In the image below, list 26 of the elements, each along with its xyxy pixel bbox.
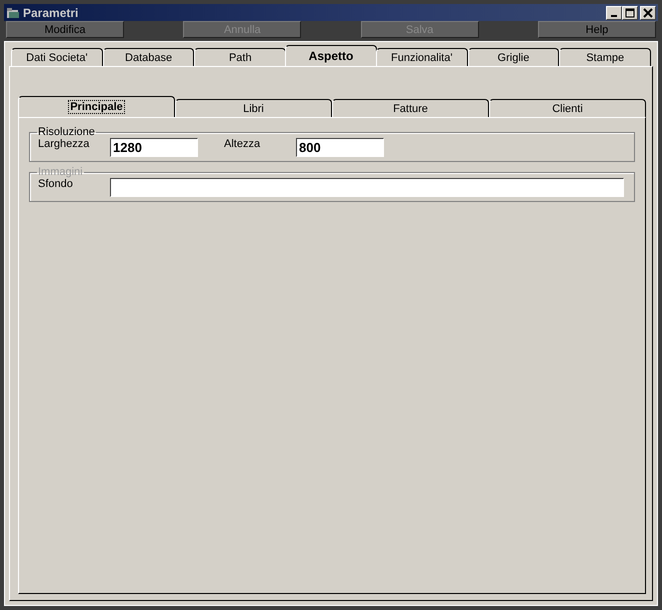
tab[interactable]: Griglie <box>468 48 560 66</box>
group-title: Risoluzione <box>37 126 96 138</box>
tab[interactable]: Libri <box>175 99 332 117</box>
folder-icon <box>6 6 20 18</box>
field-label: Sfondo <box>38 178 74 190</box>
minimize-button[interactable] <box>606 6 622 20</box>
minimize-icon <box>611 14 617 16</box>
window-title: Parametri <box>23 6 80 20</box>
tab[interactable]: Stampe <box>559 48 652 66</box>
maximize-icon <box>625 8 635 18</box>
tab[interactable]: Database <box>102 48 194 66</box>
maximize-button[interactable] <box>622 6 638 20</box>
close-icon <box>643 8 653 18</box>
close-button[interactable] <box>640 6 656 20</box>
input-field[interactable]: 1280 <box>110 138 198 157</box>
tab[interactable]: Dati Societa' <box>11 48 103 66</box>
tab[interactable]: Fatture <box>332 99 489 117</box>
group-title: Immagini <box>37 166 84 178</box>
tab[interactable]: Funzionalita' <box>376 48 468 66</box>
tab[interactable]: Path <box>194 48 286 66</box>
tab[interactable]: Clienti <box>489 99 646 117</box>
input-field[interactable]: 800 <box>296 138 384 157</box>
tab[interactable]: Aspetto <box>285 45 377 66</box>
field-label: Altezza <box>224 138 262 150</box>
tab[interactable]: Principale <box>18 96 175 117</box>
field-label: Larghezza <box>38 138 90 150</box>
